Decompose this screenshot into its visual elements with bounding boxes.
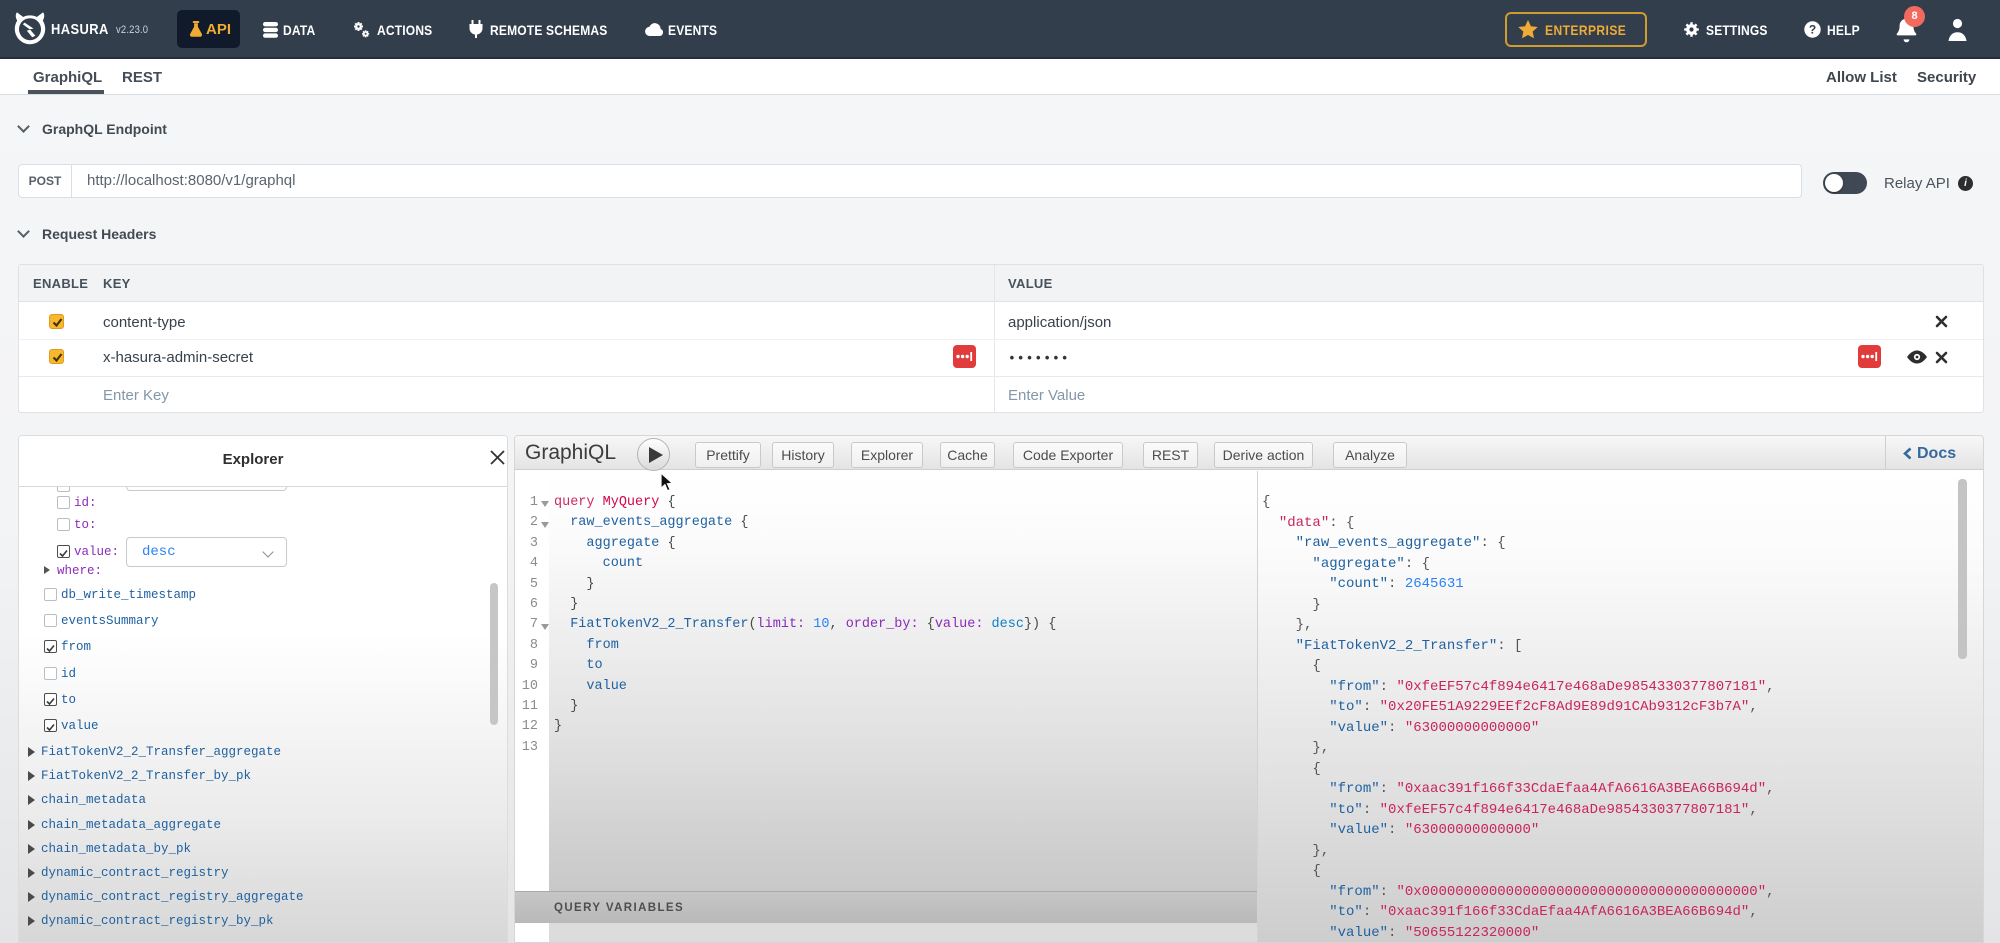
svg-text:?: ? xyxy=(1809,23,1816,37)
